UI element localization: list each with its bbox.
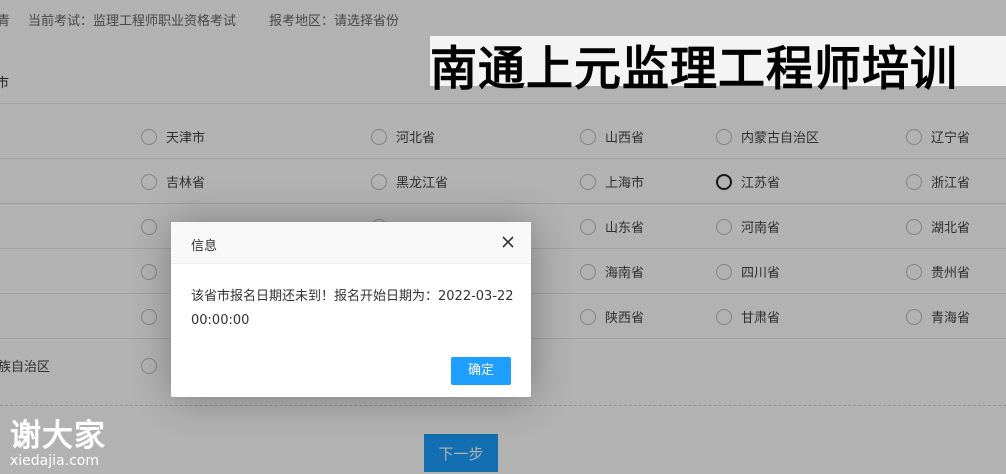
- watermark-cn: 谢大家: [10, 418, 106, 454]
- confirm-button[interactable]: 确定: [451, 357, 511, 385]
- info-dialog: 信息 该省市报名日期还未到！报名开始日期为：2022-03-22 00:00:0…: [171, 222, 531, 397]
- dialog-title: 信息: [191, 239, 218, 254]
- watermark-logo: 谢大家 xiedajia.com: [10, 410, 106, 469]
- watermark-en: xiedajia.com: [10, 453, 99, 469]
- dialog-message: 该省市报名日期还未到！报名开始日期为：2022-03-22 00:00:00: [191, 289, 514, 328]
- dialog-header: 信息: [171, 222, 531, 264]
- promo-banner-text: 南通上元监理工程师培训: [430, 42, 958, 97]
- close-icon[interactable]: [499, 233, 517, 251]
